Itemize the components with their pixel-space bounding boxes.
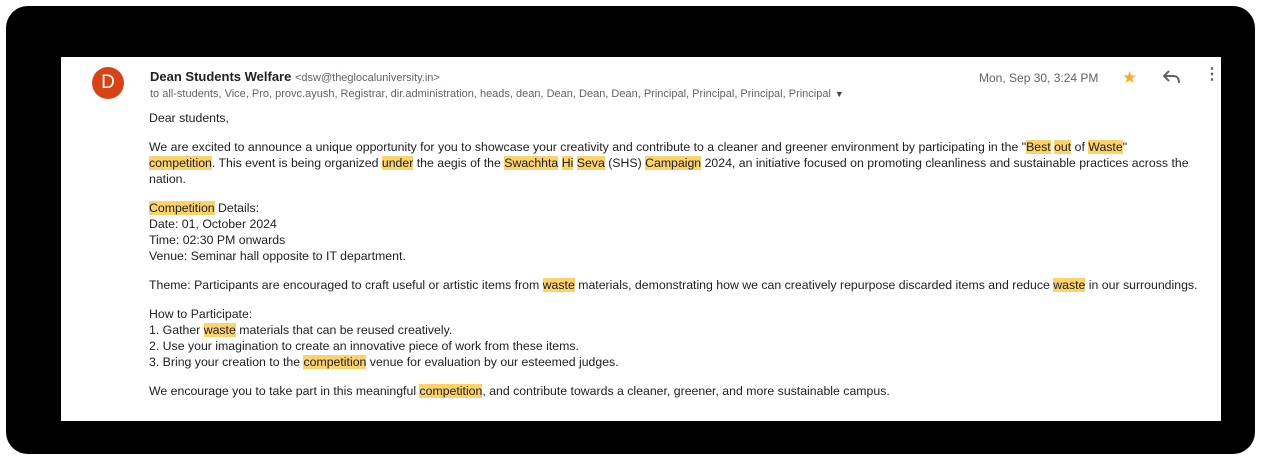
dropdown-caret-icon[interactable]: ▼	[835, 89, 844, 99]
details-venue: Venue: Seminar hall opposite to IT depar…	[149, 249, 406, 263]
highlight: waste	[542, 278, 575, 292]
sender-email: <dsw@theglocaluniversity.in>	[294, 72, 440, 84]
reply-icon[interactable]	[1162, 68, 1182, 86]
highlight: Swachhta	[504, 156, 559, 170]
details-time: Time: 02:30 PM onwards	[149, 233, 286, 247]
theme-paragraph: Theme: Participants are encouraged to cr…	[149, 278, 1198, 292]
star-icon[interactable]: ★	[1122, 69, 1137, 86]
highlight: Campaign	[645, 156, 702, 170]
highlight: Best	[1026, 140, 1051, 154]
highlight: under	[381, 156, 414, 170]
screenshot-frame: D Dean Students Welfare <dsw@theglocalun…	[6, 6, 1255, 454]
step-2: 2. Use your imagination to create an inn…	[149, 339, 579, 353]
greeting: Dear students,	[149, 111, 229, 125]
recipients-text: to all-students, Vice, Pro, provc.ayush,…	[150, 88, 831, 100]
highlight: waste	[203, 323, 236, 337]
highlight: Waste	[1088, 140, 1123, 154]
email-message: D Dean Students Welfare <dsw@theglocalun…	[61, 57, 1221, 421]
more-vert-icon[interactable]: ⋮	[1204, 67, 1220, 83]
highlight: Competition	[149, 201, 215, 215]
highlight: competition	[419, 384, 483, 398]
sender-name[interactable]: Dean Students Welfare	[150, 69, 291, 84]
how-heading: How to Participate:	[149, 307, 253, 321]
highlight: Hi	[561, 156, 574, 170]
step-3: 3. Bring your creation to the competitio…	[149, 355, 619, 369]
closing-paragraph: We encourage you to take part in this me…	[149, 384, 890, 398]
highlight: Seva	[576, 156, 605, 170]
sender-line: Dean Students Welfare <dsw@theglocaluniv…	[150, 69, 440, 84]
details-heading: Competition Details:	[149, 201, 260, 215]
recipients-line[interactable]: to all-students, Vice, Pro, provc.ayush,…	[150, 88, 844, 100]
highlight: waste	[1053, 278, 1086, 292]
details-date: Date: 01, October 2024	[149, 217, 277, 231]
highlight: competition	[303, 355, 367, 369]
intro-paragraph: We are excited to announce a unique oppo…	[149, 140, 1189, 186]
highlight: out	[1054, 140, 1072, 154]
email-date: Mon, Sep 30, 3:24 PM	[979, 71, 1099, 85]
email-body: Dear students, We are excited to announc…	[149, 110, 1217, 399]
highlight: competition	[149, 156, 212, 170]
step-1: 1. Gather waste materials that can be re…	[149, 323, 453, 337]
sender-avatar[interactable]: D	[92, 67, 124, 99]
